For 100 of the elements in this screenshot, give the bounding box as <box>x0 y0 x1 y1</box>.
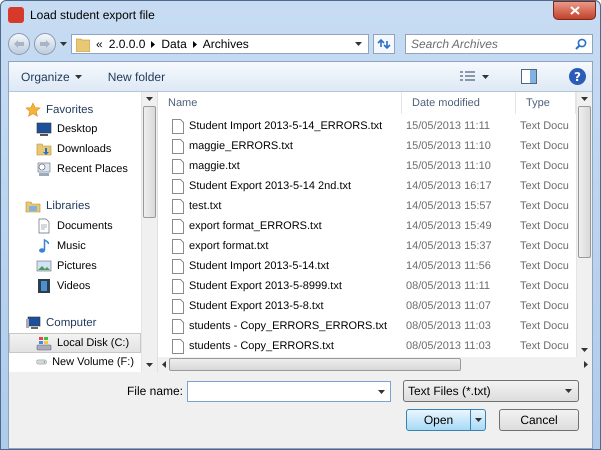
column-header[interactable]: Name <box>158 92 402 114</box>
breadcrumb-overflow[interactable]: « <box>96 37 103 51</box>
file-name-cell[interactable]: Student Import 2013-5-14_ERRORS.txt <box>158 116 402 136</box>
type-cell-text: Text Docu <box>519 239 570 254</box>
sidebar-item[interactable]: Local Disk (C:) <box>9 332 141 353</box>
caret-icon <box>474 418 482 422</box>
open-button[interactable]: Open <box>406 409 486 431</box>
type-cell-text: Text Docu <box>519 139 570 154</box>
preview-pane-button[interactable] <box>521 69 537 84</box>
breadcrumb-item[interactable]: Data <box>161 37 187 51</box>
type-cell-text: Text Docu <box>519 199 570 214</box>
chevron-icon <box>192 40 197 48</box>
organize-button[interactable]: Organize <box>21 70 82 84</box>
file-name-cell[interactable]: export format_ERRORS.txt <box>158 216 402 236</box>
caret-icon <box>581 348 588 352</box>
drive-icon <box>36 358 48 366</box>
sidebar-scrollbar[interactable] <box>141 92 157 372</box>
sidebar-group[interactable]: Favorites <box>9 100 141 120</box>
file-name-field[interactable] <box>187 380 391 402</box>
text-file-icon <box>172 118 184 134</box>
type-cell-text: Text Docu <box>519 339 570 354</box>
picture-icon <box>36 258 52 274</box>
file-name-cell[interactable]: test.txt <box>158 196 402 216</box>
document-icon <box>36 218 52 234</box>
hard-drive-icon <box>36 334 52 351</box>
type-cell-text: Text Docu <box>519 319 570 334</box>
forward-button[interactable] <box>34 33 56 55</box>
type-cell-text: Text Docu <box>519 159 570 174</box>
date-cell-text: 14/05/2013 16:17 <box>405 179 493 194</box>
back-arrow-icon <box>14 40 24 48</box>
type-cell-text: Text Docu <box>519 259 570 274</box>
file-type-dropdown[interactable]: Text Files (*.txt) <box>403 380 579 402</box>
scroll-right-icon <box>584 361 588 368</box>
caret-icon <box>146 363 153 367</box>
refresh-button[interactable] <box>373 34 395 54</box>
sidebar-item[interactable]: Music <box>9 236 141 256</box>
app-icon <box>8 7 24 23</box>
breadcrumb-item[interactable]: Archives <box>202 37 249 51</box>
file-name-cell[interactable]: students - Copy_ERRORS.txt <box>158 336 402 356</box>
close-button[interactable] <box>553 1 596 20</box>
sidebar-item[interactable]: New Volume (F:) <box>9 352 141 372</box>
back-button[interactable] <box>8 33 30 55</box>
view-options-button[interactable] <box>460 70 489 82</box>
file-name-cell[interactable]: maggie_ERRORS.txt <box>158 136 402 156</box>
sidebar-group[interactable]: Computer <box>9 313 141 333</box>
text-file-icon <box>172 158 184 174</box>
caret-icon <box>565 389 572 393</box>
scroll-left-icon <box>162 361 166 368</box>
list-view-icon <box>460 70 476 82</box>
file-list-scrollbar[interactable] <box>576 92 592 357</box>
search-field[interactable]: Search Archives <box>405 34 593 54</box>
file-name-cell[interactable]: Student Import 2013-5-14.txt <box>158 256 402 276</box>
date-cell-text: 08/05/2013 11:03 <box>405 319 492 334</box>
search-icon <box>575 38 587 50</box>
address-bar[interactable]: « 2.0.0.0 Data Archives <box>71 34 369 54</box>
text-file-icon <box>172 138 184 154</box>
new-folder-button[interactable]: New folder <box>108 70 166 84</box>
cancel-button[interactable]: Cancel <box>499 409 579 431</box>
star-icon <box>25 102 41 118</box>
file-name-cell[interactable]: Student Export 2013-5-8999.txt <box>158 276 402 296</box>
forward-arrow-icon <box>40 40 50 48</box>
sidebar-item[interactable]: Documents <box>9 216 141 236</box>
dropdown-caret-icon <box>355 42 362 46</box>
file-name-cell[interactable]: Student Export 2013-5-14 2nd.txt <box>158 176 402 196</box>
file-name-cell[interactable]: maggie.txt <box>158 156 402 176</box>
date-cell-text: 14/05/2013 15:57 <box>405 199 493 214</box>
sidebar-group[interactable]: Libraries <box>9 196 141 216</box>
text-file-icon <box>172 338 184 354</box>
help-button[interactable]: ? <box>569 68 586 85</box>
sidebar-item[interactable]: Videos <box>9 276 141 296</box>
text-file-icon <box>172 278 184 294</box>
breadcrumb-item[interactable]: 2.0.0.0 <box>108 37 146 51</box>
close-icon <box>570 6 580 15</box>
sidebar-item[interactable]: Pictures <box>9 256 141 276</box>
folder-icon <box>36 141 52 158</box>
text-file-icon <box>172 238 184 254</box>
text-file-icon <box>172 318 184 334</box>
type-cell-text: Text Docu <box>519 219 570 234</box>
date-cell-text: 14/05/2013 15:49 <box>405 219 493 234</box>
chevron-icon <box>151 40 156 48</box>
caret-icon <box>378 390 385 394</box>
text-file-icon <box>172 178 184 194</box>
date-cell-text: 08/05/2013 11:03 <box>405 339 492 354</box>
sidebar-item[interactable]: Downloads <box>9 139 141 160</box>
date-cell-text: 08/05/2013 11:11 <box>405 279 492 294</box>
sidebar-item[interactable]: Recent Places <box>9 159 141 180</box>
text-file-icon <box>172 298 184 314</box>
sidebar-item[interactable]: Desktop <box>9 119 141 140</box>
refresh-icon <box>377 38 391 50</box>
caret-icon <box>581 97 588 101</box>
date-cell-text: 14/05/2013 11:56 <box>405 259 492 274</box>
text-file-icon <box>172 198 184 214</box>
column-header[interactable]: Date modified <box>402 92 516 114</box>
type-cell-text: Text Docu <box>519 299 570 314</box>
file-name-cell[interactable]: Student Export 2013-5-8.txt <box>158 296 402 316</box>
horizontal-scrollbar[interactable] <box>158 357 592 372</box>
date-cell-text: 08/05/2013 11:07 <box>405 299 492 314</box>
file-name-cell[interactable]: students - Copy_ERRORS_ERRORS.txt <box>158 316 402 336</box>
file-name-cell[interactable]: export format.txt <box>158 236 402 256</box>
film-strip-icon <box>36 278 52 294</box>
